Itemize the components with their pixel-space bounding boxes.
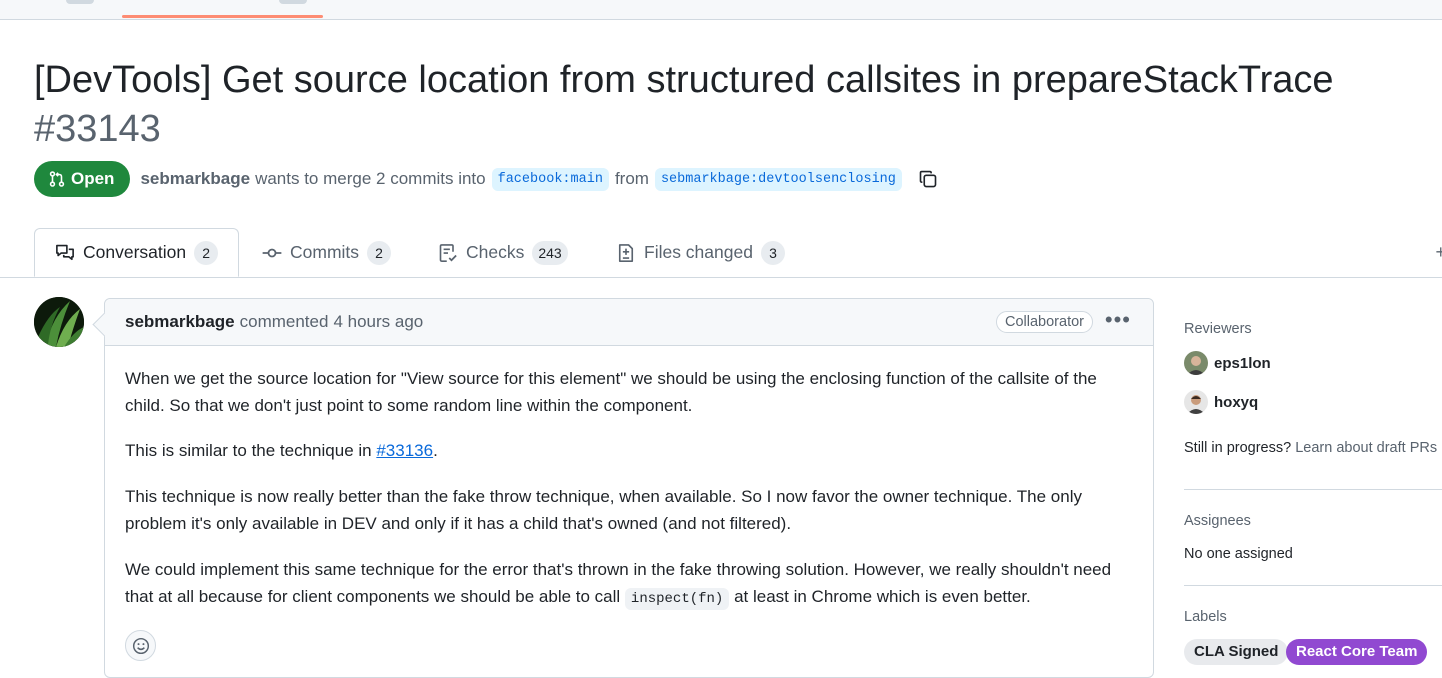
avatar-image xyxy=(1184,390,1208,414)
pr-author-link[interactable]: sebmarkbage xyxy=(140,169,250,189)
copy-icon xyxy=(919,170,937,188)
active-nav-underline xyxy=(122,15,323,18)
head-branch[interactable]: sebmarkbage:devtoolsenclosing xyxy=(654,167,902,191)
avatar-image xyxy=(34,297,84,347)
tab-checks[interactable]: Checks 243 xyxy=(438,228,568,277)
tab-label: Files changed xyxy=(644,242,753,262)
tab-count: 3 xyxy=(760,240,785,265)
labels-heading[interactable]: Labels xyxy=(1184,609,1227,625)
tab-count: 243 xyxy=(532,240,568,265)
smiley-icon xyxy=(132,637,149,654)
inline-code: inspect(fn) xyxy=(624,587,730,610)
reviewer-name: eps1lon xyxy=(1214,354,1271,372)
tab-commits[interactable]: Commits 2 xyxy=(262,228,392,277)
comment-paragraph: This technique is now really better than… xyxy=(125,487,1082,533)
comment-author[interactable]: sebmarkbage xyxy=(125,312,235,332)
comment-header: sebmarkbage commented 4 hours ago Collab… xyxy=(105,299,1153,346)
pr-title-text: [DevTools] Get source location from stru… xyxy=(34,59,1334,101)
comment-paragraph: When we get the source location for "Vie… xyxy=(125,369,1097,415)
sidebar-divider xyxy=(1184,489,1442,490)
nav-counter-stub xyxy=(279,0,307,4)
comment-options-icon[interactable]: ••• xyxy=(1105,309,1131,331)
reviewer-name: hoxyq xyxy=(1214,393,1259,411)
avatar[interactable] xyxy=(34,297,84,347)
merge-text: wants to merge 2 commits into xyxy=(255,169,486,188)
issue-link[interactable]: #33136 xyxy=(376,441,433,460)
copy-branch-button[interactable] xyxy=(916,167,940,191)
nav-counter-stub xyxy=(66,0,94,4)
pr-meta: Open sebmarkbage wants to merge 2 commit… xyxy=(34,160,940,198)
tab-count: 2 xyxy=(194,240,219,265)
git-commit-icon xyxy=(262,248,282,257)
tab-label: Conversation xyxy=(83,242,187,262)
checklist-icon xyxy=(439,243,457,262)
pr-tabs: Conversation 2 Commits 2 Checks 243 File… xyxy=(0,228,1442,278)
label-react-core-team[interactable]: React Core Team xyxy=(1286,639,1428,665)
comment-paragraph: We could implement this same technique f… xyxy=(125,557,1135,612)
tab-count: 2 xyxy=(367,240,392,265)
author-role-badge: Collaborator xyxy=(996,311,1093,333)
reviewer-item[interactable]: hoxyq xyxy=(1184,390,1258,414)
sidebar-divider xyxy=(1184,585,1442,586)
draft-pr-link[interactable]: Learn about draft PRs xyxy=(1295,440,1437,456)
from-text: from xyxy=(614,169,649,188)
label-cla-signed[interactable]: CLA Signed xyxy=(1184,639,1289,665)
reviewers-heading[interactable]: Reviewers xyxy=(1184,321,1252,337)
paragraph-text: . xyxy=(433,441,438,460)
avatar xyxy=(1184,351,1208,375)
comment-action: commented xyxy=(239,312,329,331)
assignees-heading[interactable]: Assignees xyxy=(1184,513,1251,529)
comment-discussion-icon xyxy=(56,244,74,260)
git-pull-request-icon xyxy=(49,171,65,187)
reviewer-item[interactable]: eps1lon xyxy=(1184,351,1271,375)
avatar xyxy=(1184,390,1208,414)
assignees-value: No one assigned xyxy=(1184,546,1293,562)
comment-timestamp[interactable]: 4 hours ago xyxy=(333,312,423,332)
pr-state-badge: Open xyxy=(34,161,131,197)
tab-conversation[interactable]: Conversation 2 xyxy=(34,228,240,277)
pr-description-comment: sebmarkbage commented 4 hours ago Collab… xyxy=(104,298,1154,678)
add-reaction-button[interactable] xyxy=(125,630,156,661)
base-branch[interactable]: facebook:main xyxy=(491,167,609,191)
tab-files-changed[interactable]: Files changed 3 xyxy=(616,228,785,277)
tab-label: Checks xyxy=(466,242,525,262)
tab-label: Commits xyxy=(290,242,360,262)
draft-hint-prefix: Still in progress? xyxy=(1184,440,1292,456)
paragraph-text: This is similar to the technique in xyxy=(125,441,377,460)
pr-state-label: Open xyxy=(71,169,115,188)
file-diff-icon xyxy=(618,243,634,262)
comment-paragraph: This is similar to the technique in #331… xyxy=(125,438,1135,465)
pr-number: #33143 xyxy=(34,108,161,150)
repo-nav-bar xyxy=(0,0,1442,20)
avatar-image xyxy=(1184,351,1208,375)
diff-stat-stub: + xyxy=(1435,242,1442,262)
draft-hint: Still in progress? Learn about draft PRs xyxy=(1184,440,1437,456)
pr-title: [DevTools] Get source location from stru… xyxy=(34,56,1414,154)
paragraph-text: at least in Chrome which is even better. xyxy=(729,586,1031,606)
